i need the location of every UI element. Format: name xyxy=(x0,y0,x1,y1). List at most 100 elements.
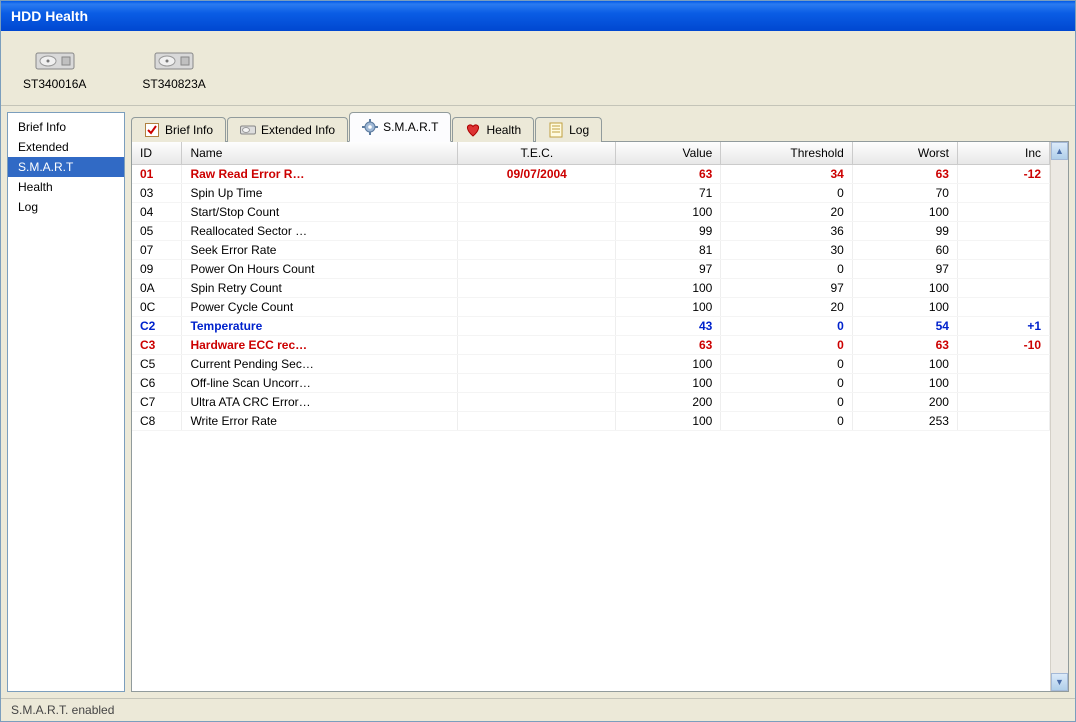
cell-value: 81 xyxy=(616,241,721,260)
cell-name: Power Cycle Count xyxy=(182,298,458,317)
cell-name: Seek Error Rate xyxy=(182,241,458,260)
cell-id: C6 xyxy=(132,374,182,393)
drive-item[interactable]: ST340016A xyxy=(15,41,94,95)
table-header-row: ID Name T.E.C. Value Threshold Worst Inc xyxy=(132,142,1050,165)
title-bar[interactable]: HDD Health xyxy=(1,1,1075,31)
table-row[interactable]: C2Temperature43054+1 xyxy=(132,317,1050,336)
cell-worst: 100 xyxy=(852,355,957,374)
col-header-threshold[interactable]: Threshold xyxy=(721,142,852,165)
gear-icon xyxy=(362,119,378,135)
cell-threshold: 20 xyxy=(721,203,852,222)
cell-tec xyxy=(458,203,616,222)
col-header-worst[interactable]: Worst xyxy=(852,142,957,165)
sidebar-item[interactable]: Brief Info xyxy=(8,117,124,137)
cell-name: Power On Hours Count xyxy=(182,260,458,279)
cell-worst: 100 xyxy=(852,298,957,317)
cell-tec xyxy=(458,260,616,279)
table-row[interactable]: 0CPower Cycle Count10020100 xyxy=(132,298,1050,317)
table-row[interactable]: 04Start/Stop Count10020100 xyxy=(132,203,1050,222)
cell-value: 43 xyxy=(616,317,721,336)
tab-label: Brief Info xyxy=(165,123,213,137)
tab-s-m-a-r-t[interactable]: S.M.A.R.T xyxy=(349,112,451,142)
cell-id: C5 xyxy=(132,355,182,374)
log-icon xyxy=(548,122,564,138)
cell-threshold: 20 xyxy=(721,298,852,317)
hard-drive-icon xyxy=(153,45,195,73)
table-row[interactable]: C3Hardware ECC rec…63063-10 xyxy=(132,336,1050,355)
cell-name: Start/Stop Count xyxy=(182,203,458,222)
table-row[interactable]: C5Current Pending Sec…1000100 xyxy=(132,355,1050,374)
vertical-scrollbar[interactable]: ▲ ▼ xyxy=(1050,142,1068,691)
drive-label: ST340016A xyxy=(23,77,86,91)
scroll-track[interactable] xyxy=(1051,160,1068,673)
status-bar: S.M.A.R.T. enabled xyxy=(1,698,1075,721)
tab-extended-info[interactable]: Extended Info xyxy=(227,117,348,142)
table-row[interactable]: C7Ultra ATA CRC Error…2000200 xyxy=(132,393,1050,412)
sidebar-item[interactable]: Extended xyxy=(8,137,124,157)
scroll-down-button[interactable]: ▼ xyxy=(1051,673,1068,691)
table-row[interactable]: 01Raw Read Error R…09/07/2004633463-12 xyxy=(132,165,1050,184)
content-panel: Brief Info Extended Info S.M.A.R.THealthLo… xyxy=(131,112,1069,692)
cell-id: 0C xyxy=(132,298,182,317)
table-row[interactable]: 05Reallocated Sector …993699 xyxy=(132,222,1050,241)
col-header-tec[interactable]: T.E.C. xyxy=(458,142,616,165)
cell-inc xyxy=(957,260,1049,279)
cell-worst: 253 xyxy=(852,412,957,431)
table-row[interactable]: 0ASpin Retry Count10097100 xyxy=(132,279,1050,298)
app-window: HDD Health ST340016A ST340823A Brief Info… xyxy=(0,0,1076,722)
cell-name: Hardware ECC rec… xyxy=(182,336,458,355)
cell-tec xyxy=(458,298,616,317)
scroll-up-button[interactable]: ▲ xyxy=(1051,142,1068,160)
cell-threshold: 0 xyxy=(721,374,852,393)
cell-value: 100 xyxy=(616,412,721,431)
cell-value: 97 xyxy=(616,260,721,279)
cell-inc xyxy=(957,374,1049,393)
cell-name: Temperature xyxy=(182,317,458,336)
cell-worst: 70 xyxy=(852,184,957,203)
table-row[interactable]: C8Write Error Rate1000253 xyxy=(132,412,1050,431)
cell-threshold: 0 xyxy=(721,336,852,355)
smart-table: ID Name T.E.C. Value Threshold Worst Inc… xyxy=(132,142,1050,431)
cell-tec xyxy=(458,317,616,336)
tab-label: Extended Info xyxy=(261,123,335,137)
col-header-name[interactable]: Name xyxy=(182,142,458,165)
cell-value: 200 xyxy=(616,393,721,412)
cell-id: 07 xyxy=(132,241,182,260)
table-row[interactable]: 07Seek Error Rate813060 xyxy=(132,241,1050,260)
sidebar-item[interactable]: S.M.A.R.T xyxy=(8,157,124,177)
cell-name: Current Pending Sec… xyxy=(182,355,458,374)
col-header-id[interactable]: ID xyxy=(132,142,182,165)
tab-brief-info[interactable]: Brief Info xyxy=(131,117,226,142)
sidebar-item[interactable]: Log xyxy=(8,197,124,217)
table-scroll[interactable]: ID Name T.E.C. Value Threshold Worst Inc… xyxy=(132,142,1050,691)
cell-id: 03 xyxy=(132,184,182,203)
drive-toolbar: ST340016A ST340823A xyxy=(1,31,1075,106)
chevron-up-icon: ▲ xyxy=(1055,146,1064,156)
col-header-value[interactable]: Value xyxy=(616,142,721,165)
table-row[interactable]: 09Power On Hours Count97097 xyxy=(132,260,1050,279)
col-header-inc[interactable]: Inc xyxy=(957,142,1049,165)
cell-threshold: 0 xyxy=(721,355,852,374)
cell-tec xyxy=(458,412,616,431)
cell-tec xyxy=(458,393,616,412)
table-row[interactable]: 03Spin Up Time71070 xyxy=(132,184,1050,203)
cell-threshold: 0 xyxy=(721,412,852,431)
cell-value: 99 xyxy=(616,222,721,241)
cell-inc: -12 xyxy=(957,165,1049,184)
drive-item[interactable]: ST340823A xyxy=(134,41,213,95)
tab-health[interactable]: Health xyxy=(452,117,534,142)
cell-tec xyxy=(458,374,616,393)
cell-threshold: 97 xyxy=(721,279,852,298)
tab-log[interactable]: Log xyxy=(535,117,602,142)
table-row[interactable]: C6Off-line Scan Uncorr…1000100 xyxy=(132,374,1050,393)
cell-worst: 100 xyxy=(852,203,957,222)
drive-icon xyxy=(240,122,256,138)
cell-value: 100 xyxy=(616,374,721,393)
status-text: S.M.A.R.T. enabled xyxy=(11,703,114,717)
cell-inc xyxy=(957,355,1049,374)
cell-tec: 09/07/2004 xyxy=(458,165,616,184)
cell-worst: 200 xyxy=(852,393,957,412)
sidebar-item[interactable]: Health xyxy=(8,177,124,197)
cell-id: C8 xyxy=(132,412,182,431)
cell-tec xyxy=(458,279,616,298)
